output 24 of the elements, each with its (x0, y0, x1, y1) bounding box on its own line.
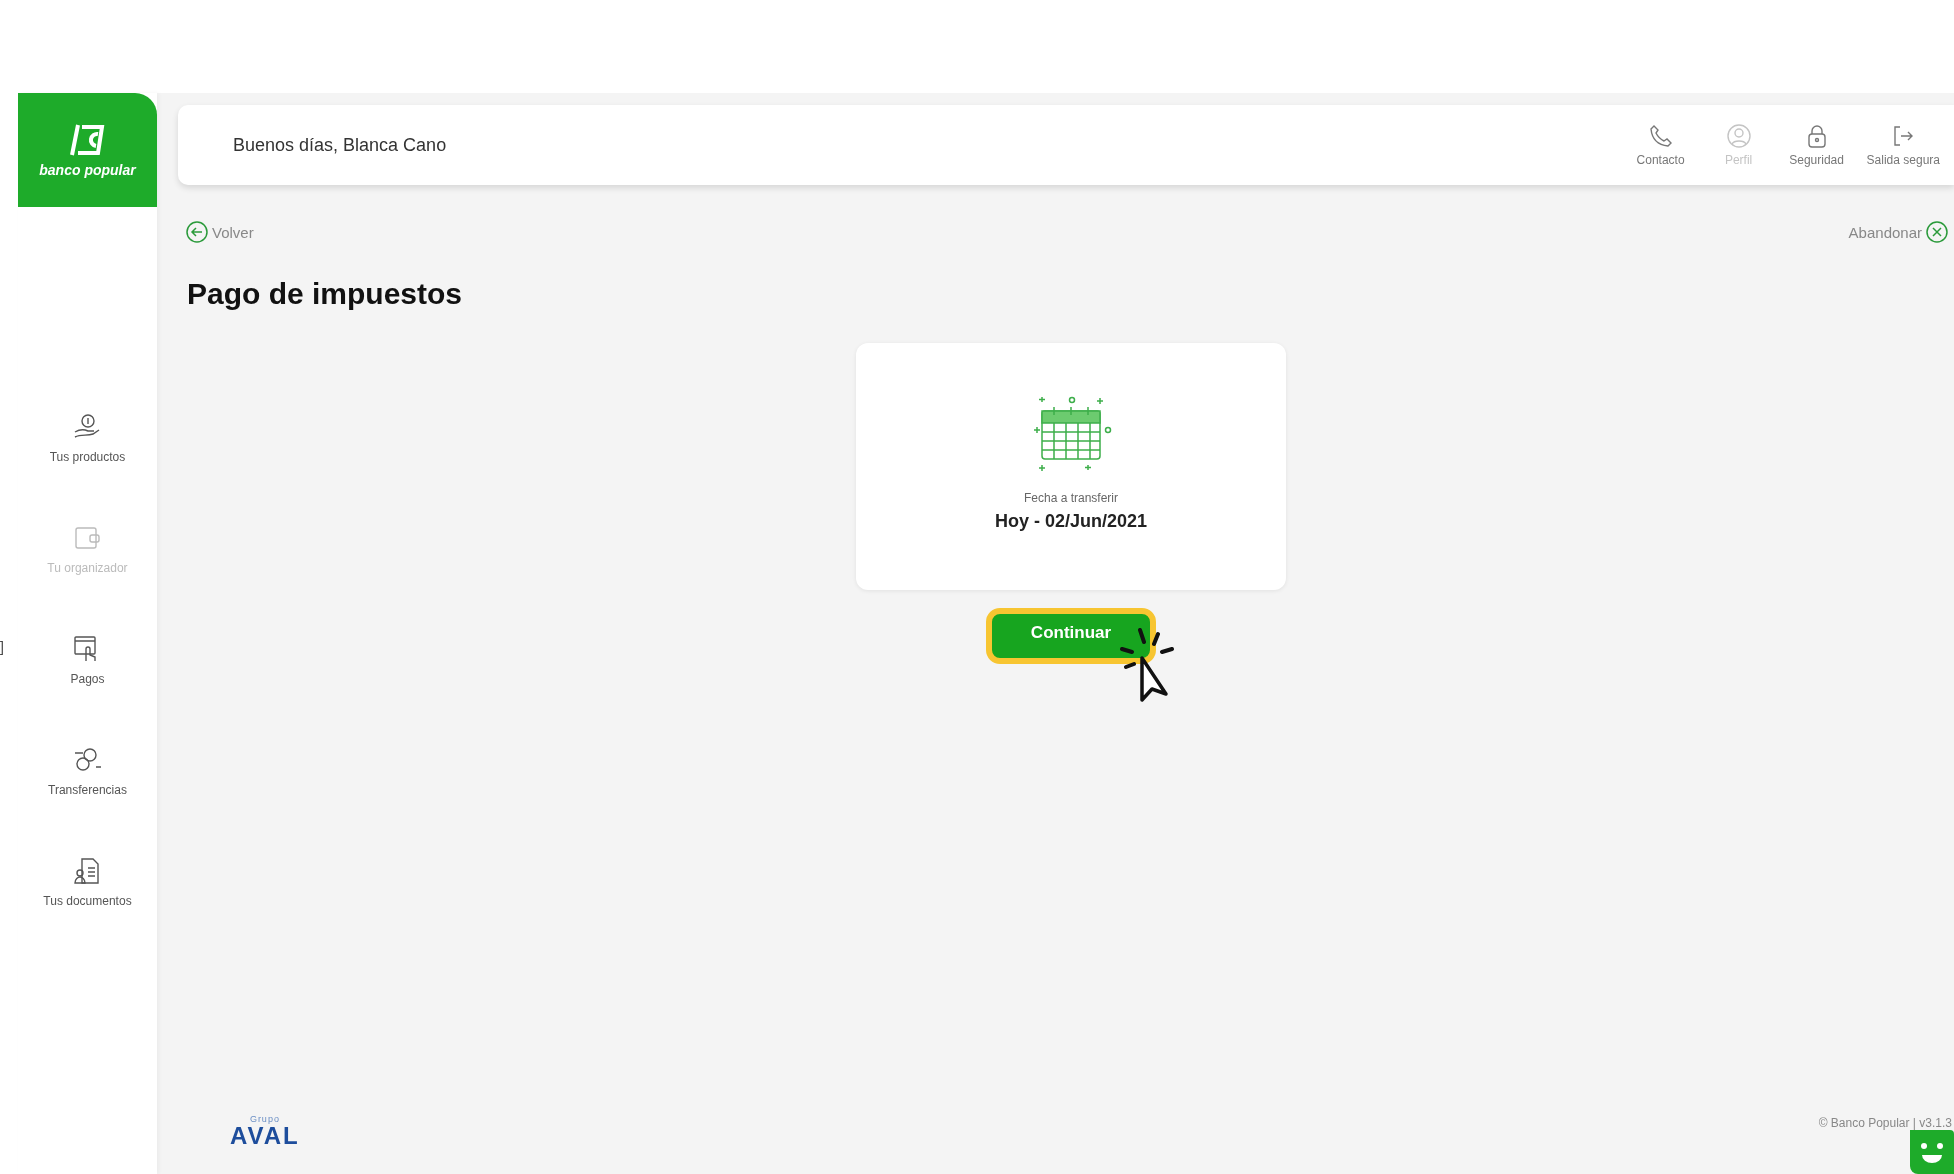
logo-wordmark: AVAL (230, 1124, 300, 1148)
header-nav-item[interactable]: Contacto (1632, 123, 1689, 167)
copyright-text: © Banco Popular | v3.1.3 (1818, 1116, 1953, 1130)
header-nav-item[interactable]: Seguridad (1788, 123, 1845, 167)
phone-icon (1647, 123, 1674, 149)
logo-text: banco popular (39, 162, 136, 178)
greeting-text: Buenos días, Blanca Cano (233, 134, 448, 156)
chatbot-icon[interactable] (1910, 1130, 1954, 1174)
page-title: Pago de impuestos (187, 277, 464, 311)
header-nav-item[interactable]: Salida segura (1866, 123, 1940, 167)
bank-logo[interactable]: banco popular (18, 93, 157, 207)
bracket-mark: ] (0, 639, 4, 655)
continue-button[interactable]: Continuar (986, 608, 1156, 664)
sidebar-item[interactable]: Tus documentos (43, 856, 132, 908)
sidebar-item[interactable]: Tus productos (49, 412, 126, 464)
user-icon (1725, 123, 1752, 149)
back-link[interactable]: Volver (186, 221, 254, 243)
sidebar-item[interactable]: Pagos (70, 634, 105, 686)
abandon-link[interactable]: Abandonar (1848, 221, 1948, 243)
close-icon (1926, 221, 1948, 243)
sidebar-item[interactable]: Transferencias (48, 745, 127, 797)
date-value: Hoy - 02/Jun/2021 (994, 511, 1148, 532)
logo-caption: Grupo (249, 1114, 280, 1124)
date-label: Fecha a transferir (1023, 491, 1118, 505)
